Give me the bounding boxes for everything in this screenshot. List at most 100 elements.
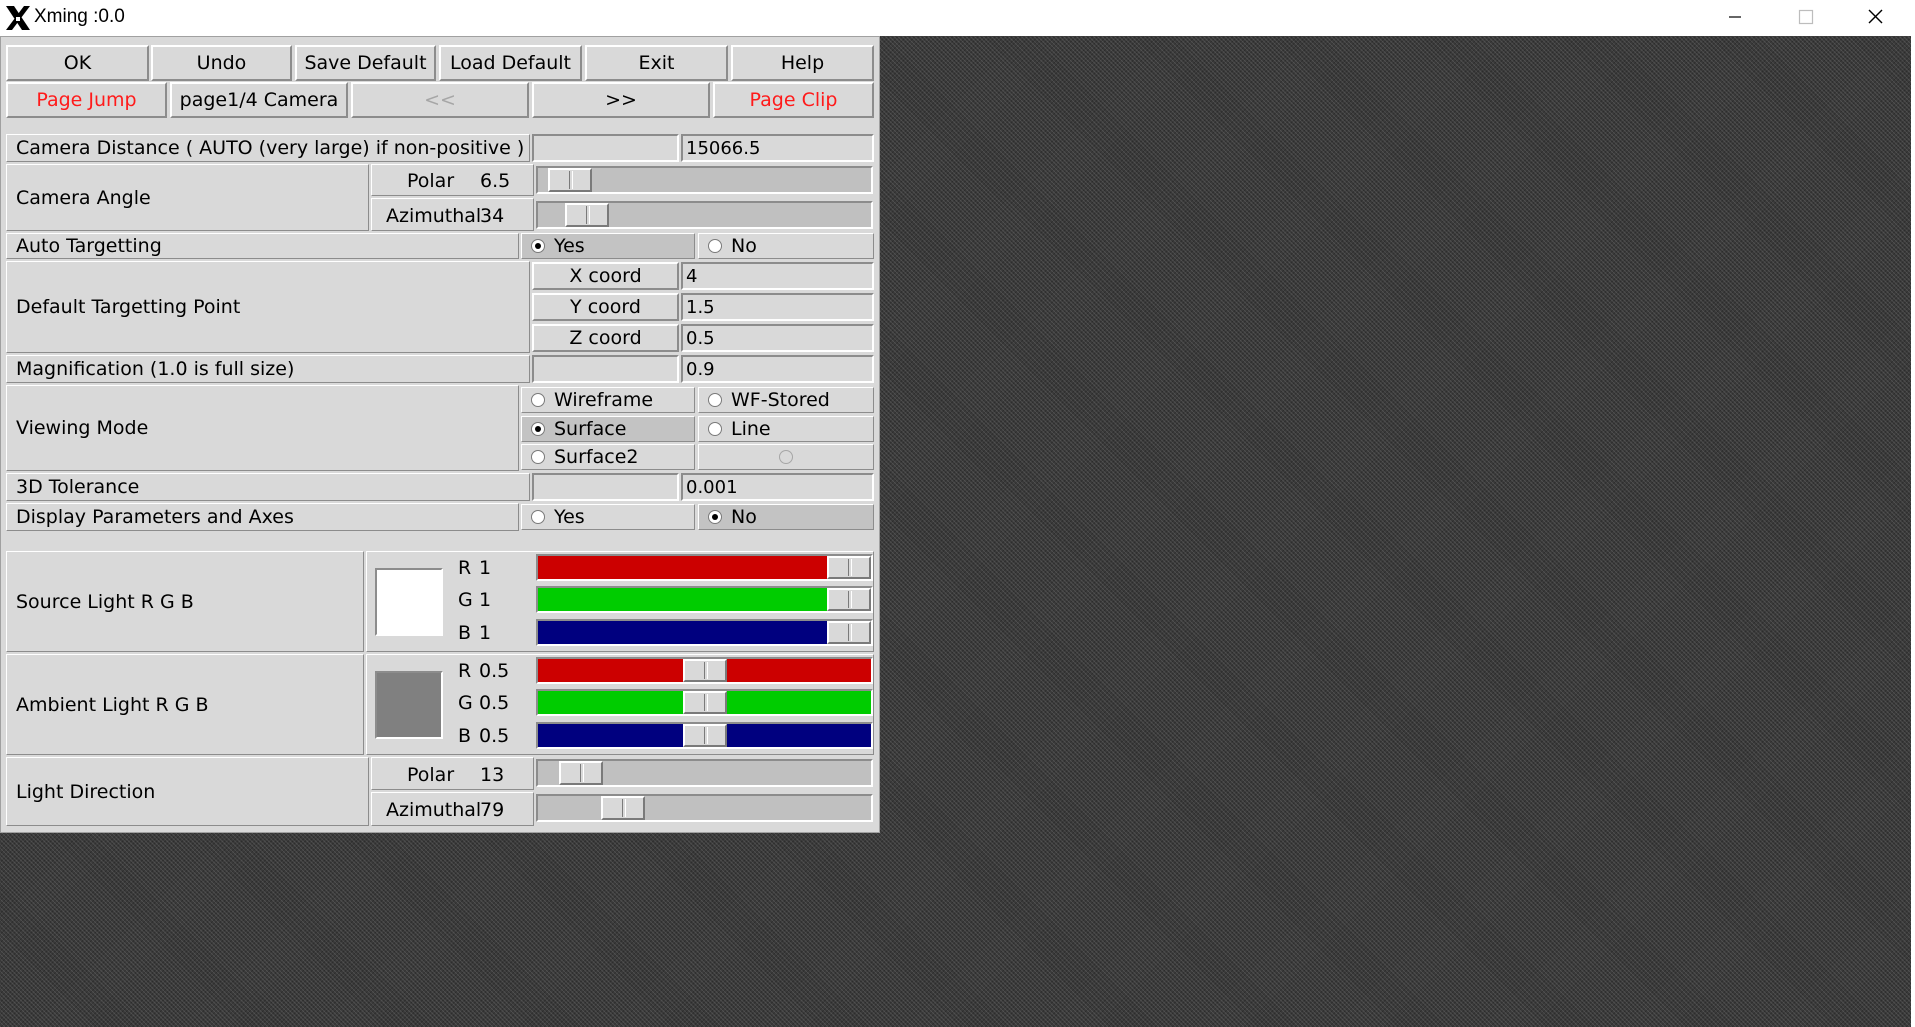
- source-r-value: 1: [479, 557, 492, 579]
- source-b-slider[interactable]: [536, 619, 873, 646]
- next-page-button[interactable]: >>: [532, 82, 710, 118]
- targetting-point-label: Default Targetting Point: [6, 261, 530, 353]
- light-polar-slider[interactable]: [536, 759, 873, 787]
- camera-azimuthal-value: 34: [480, 205, 505, 227]
- close-icon: [1868, 9, 1883, 24]
- source-g-value: 1: [479, 589, 492, 611]
- camera-settings-panel: OK Undo Save Default Load Default Exit H…: [0, 36, 880, 833]
- light-azimuthal-label: Azimuthal: [386, 799, 482, 821]
- radio-unchecked-icon: [531, 510, 545, 524]
- ambient-g-label: G: [458, 692, 473, 714]
- source-r-slider[interactable]: [536, 554, 873, 581]
- viewing-mode-label: Viewing Mode: [6, 385, 519, 471]
- save-default-button[interactable]: Save Default: [295, 45, 436, 81]
- wireframe-label: Wireframe: [554, 389, 654, 411]
- title-bar: Xming :0.0: [0, 0, 1915, 36]
- help-button[interactable]: Help: [731, 45, 874, 81]
- source-light-color-swatch: [375, 568, 443, 636]
- light-azimuthal-slider-handle[interactable]: [601, 796, 645, 820]
- window-border: [1911, 36, 1915, 1027]
- auto-targetting-yes-radio[interactable]: Yes: [521, 233, 695, 259]
- light-polar-label: Polar: [407, 764, 455, 786]
- y-coord-label: Y coord: [532, 293, 679, 321]
- ok-button[interactable]: OK: [6, 45, 149, 81]
- ambient-g-slider[interactable]: [536, 689, 873, 716]
- exit-button[interactable]: Exit: [585, 45, 728, 81]
- x-coord-input[interactable]: 4: [681, 262, 874, 290]
- camera-azimuthal-slider[interactable]: [536, 201, 873, 229]
- camera-azimuthal-slider-handle[interactable]: [565, 203, 609, 227]
- page-jump-button[interactable]: Page Jump: [6, 82, 167, 118]
- load-default-button[interactable]: Load Default: [439, 45, 582, 81]
- ambient-r-slider-handle[interactable]: [683, 659, 727, 682]
- radio-unchecked-icon: [531, 450, 545, 464]
- page-clip-button[interactable]: Page Clip: [713, 82, 874, 118]
- radio-checked-icon: [531, 422, 545, 436]
- light-azimuthal-slider[interactable]: [536, 794, 873, 822]
- source-r-label: R: [458, 557, 472, 579]
- maximize-button[interactable]: [1770, 0, 1840, 36]
- light-azimuthal-readout: Azimuthal 79: [371, 792, 534, 826]
- ambient-g-slider-handle[interactable]: [683, 691, 727, 714]
- tolerance-spacer: [532, 473, 679, 501]
- ambient-r-slider[interactable]: [536, 657, 873, 684]
- source-b-value: 1: [479, 622, 492, 644]
- z-coord-input[interactable]: 0.5: [681, 324, 874, 352]
- viewing-mode-wf-stored-radio[interactable]: WF-Stored: [698, 387, 874, 413]
- viewing-mode-wireframe-radio[interactable]: Wireframe: [521, 387, 695, 413]
- source-g-slider[interactable]: [536, 586, 873, 613]
- display-params-yes-label: Yes: [554, 506, 585, 528]
- camera-angle-azimuthal-readout: Azimuthal 34: [371, 198, 534, 231]
- source-r-slider-handle[interactable]: [827, 556, 871, 579]
- viewing-mode-surface2-radio[interactable]: Surface2: [521, 444, 695, 470]
- camera-distance-spacer: [532, 134, 679, 162]
- viewing-mode-line-radio[interactable]: Line: [698, 416, 874, 442]
- camera-distance-label: Camera Distance ( AUTO (very large) if n…: [6, 134, 530, 162]
- source-g-slider-handle[interactable]: [827, 588, 871, 611]
- auto-targetting-no-label: No: [731, 235, 757, 257]
- line-label: Line: [731, 418, 771, 440]
- minimize-button[interactable]: [1700, 0, 1770, 36]
- camera-distance-input[interactable]: 15066.5: [681, 134, 874, 162]
- magnification-spacer: [532, 355, 679, 383]
- source-g-label: G: [458, 589, 473, 611]
- magnification-label: Magnification (1.0 is full size): [6, 355, 530, 383]
- tolerance-label: 3D Tolerance: [6, 473, 530, 501]
- display-params-no-label: No: [731, 506, 757, 528]
- light-polar-value: 13: [480, 764, 505, 786]
- magnification-input[interactable]: 0.9: [681, 355, 874, 383]
- camera-polar-label: Polar: [407, 170, 455, 192]
- light-polar-slider-handle[interactable]: [559, 761, 603, 785]
- page-indicator-button[interactable]: page1/4 Camera: [170, 82, 348, 118]
- auto-targetting-no-radio[interactable]: No: [698, 233, 874, 259]
- auto-targetting-label: Auto Targetting: [6, 233, 519, 259]
- viewing-mode-empty-radio[interactable]: [698, 444, 874, 470]
- undo-button[interactable]: Undo: [151, 45, 292, 81]
- ambient-b-slider[interactable]: [536, 722, 873, 749]
- x-coord-label: X coord: [532, 262, 679, 290]
- viewing-mode-surface-radio[interactable]: Surface: [521, 416, 695, 442]
- display-params-no-radio[interactable]: No: [698, 504, 874, 530]
- previous-page-button[interactable]: <<: [351, 82, 529, 118]
- surface-label: Surface: [554, 418, 627, 440]
- z-coord-label: Z coord: [532, 324, 679, 352]
- display-params-yes-radio[interactable]: Yes: [521, 504, 695, 530]
- ambient-b-value: 0.5: [479, 725, 510, 747]
- ambient-b-slider-handle[interactable]: [683, 724, 727, 747]
- tolerance-input[interactable]: 0.001: [681, 473, 874, 501]
- surface2-label: Surface2: [554, 446, 639, 468]
- auto-targetting-yes-label: Yes: [554, 235, 585, 257]
- radio-unchecked-icon: [708, 422, 722, 436]
- source-b-slider-handle[interactable]: [827, 621, 871, 644]
- camera-polar-slider-handle[interactable]: [548, 168, 592, 192]
- y-coord-input[interactable]: 1.5: [681, 293, 874, 321]
- ambient-light-color-swatch: [375, 671, 443, 739]
- light-polar-readout: Polar 13: [371, 757, 534, 790]
- display-params-label: Display Parameters and Axes: [6, 503, 519, 531]
- camera-polar-slider[interactable]: [536, 166, 873, 194]
- close-button[interactable]: [1840, 0, 1910, 36]
- window-title: Xming :0.0: [34, 6, 125, 27]
- ambient-r-value: 0.5: [479, 660, 510, 682]
- xming-logo-icon: [6, 6, 30, 30]
- camera-polar-value: 6.5: [480, 170, 511, 192]
